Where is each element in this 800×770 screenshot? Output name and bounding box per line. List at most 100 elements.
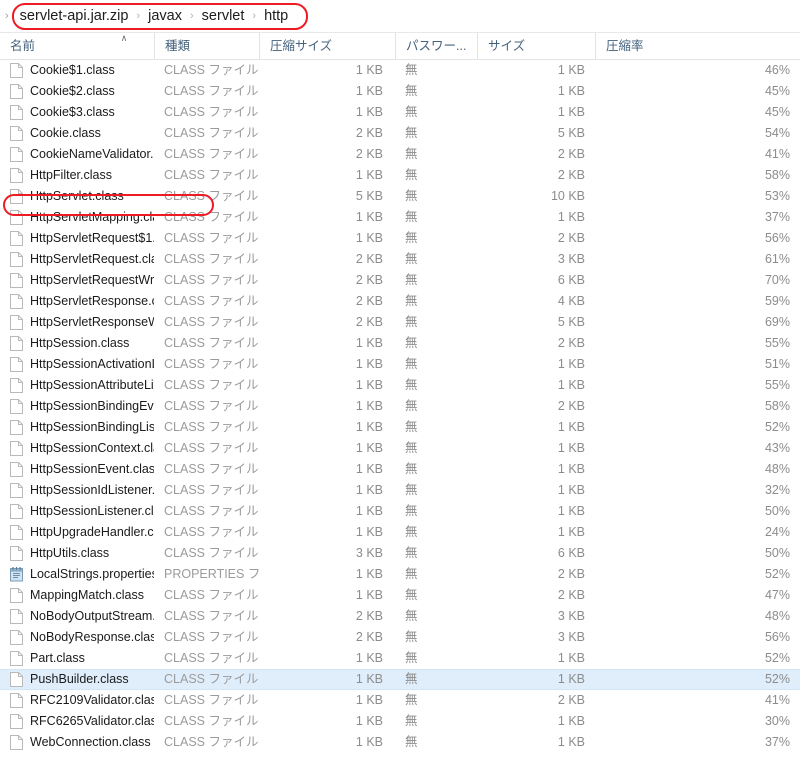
file-name-label: LocalStrings.properties [30,567,154,581]
file-row[interactable]: HttpServletRequest$1.class CLASS ファイル 1 KB… [0,228,800,249]
file-row[interactable]: HttpSessionBindingEvent.class CLASS ファイル 1… [0,396,800,417]
file-icon [10,63,23,78]
file-name-cell[interactable]: Cookie$3.class [0,102,154,123]
file-row[interactable]: Part.class CLASS ファイル 1 KB 無 1 KB 52% [0,648,800,669]
file-name-cell[interactable]: PushBuilder.class [0,669,154,690]
file-row[interactable]: HttpSessionBindingListener.class CLASS ファ… [0,417,800,438]
breadcrumb-item[interactable]: http [257,3,295,29]
file-row[interactable]: CookieNameValidator.class CLASS ファイル 2 KB 無… [0,144,800,165]
file-row[interactable]: HttpSessionIdListener.class CLASS ファイル 1 K… [0,480,800,501]
column-header-packed-size[interactable]: 圧縮サイズ [259,33,395,59]
breadcrumb-item[interactable]: javax [141,3,189,29]
file-row[interactable]: LocalStrings.properties PROPERTIES ファイル 1 … [0,564,800,585]
file-row[interactable]: PushBuilder.class CLASS ファイル 1 KB 無 1 KB 52% [0,669,800,690]
file-row[interactable]: HttpSessionActivationListener.... CLASS フ… [0,354,800,375]
file-row[interactable]: HttpServletRequestWrapper.cl... CLASS ファイ… [0,270,800,291]
packed-size-cell: 1 KB [355,504,383,518]
file-row[interactable]: HttpServletMapping.class CLASS ファイル 1 KB 無 1… [0,207,800,228]
file-name-cell[interactable]: HttpUpgradeHandler.class [0,522,154,543]
file-name-cell[interactable]: LocalStrings.properties [0,564,154,585]
file-row[interactable]: HttpServletResponseWrapper.c... CLASS ファイ… [0,312,800,333]
packed-size-cell: 2 KB [355,252,383,266]
packed-size-cell: 2 KB [355,147,383,161]
file-name-cell[interactable]: Cookie$1.class [0,60,154,81]
ratio-cell: 32% [764,483,790,497]
file-name-cell[interactable]: HttpFilter.class [0,165,154,186]
file-name-cell[interactable]: HttpSessionEvent.class [0,459,154,480]
file-name-cell[interactable]: HttpServletResponseWrapper.c... [0,312,154,333]
file-name-cell[interactable]: HttpUtils.class [0,543,154,564]
file-name-cell[interactable]: RFC2109Validator.class [0,690,154,711]
file-name-cell[interactable]: HttpSessionBindingEvent.class [0,396,154,417]
file-list[interactable]: Cookie$1.class CLASS ファイル 1 KB 無 1 KB 46% Cook… [0,60,800,753]
file-name-cell[interactable]: HttpSessionBindingListener.class [0,417,154,438]
file-name-cell[interactable]: Cookie.class [0,123,154,144]
column-header-type[interactable]: 種類 [154,33,259,59]
packed-size-cell: 1 KB [355,210,383,224]
breadcrumb-item[interactable]: servlet-api.jar.zip [13,3,136,29]
file-name-cell[interactable]: HttpServletResponse.class [0,291,154,312]
ratio-cell: 41% [764,693,790,707]
file-row[interactable]: HttpSessionListener.class CLASS ファイル 1 KB 無… [0,501,800,522]
file-row[interactable]: MappingMatch.class CLASS ファイル 1 KB 無 2 KB 47% [0,585,800,606]
file-name-cell[interactable]: NoBodyResponse.class [0,627,154,648]
file-row[interactable]: NoBodyOutputStream.class CLASS ファイル 2 KB 無 3… [0,606,800,627]
file-icon [10,420,23,435]
file-name-cell[interactable]: HttpSessionIdListener.class [0,480,154,501]
file-name-cell[interactable]: Part.class [0,648,154,669]
file-type-cell: CLASS ファイル [164,105,259,119]
column-header-size[interactable]: サイズ [477,33,595,59]
file-name-cell[interactable]: HttpSession.class [0,333,154,354]
breadcrumb-item[interactable]: servlet [195,3,252,29]
file-row[interactable]: HttpSessionAttributeListener.cl... CLASS … [0,375,800,396]
size-cell: 1 KB [557,357,585,371]
file-row[interactable]: HttpSessionEvent.class CLASS ファイル 1 KB 無 1 K… [0,459,800,480]
column-header-password[interactable]: パスワー... [395,33,477,59]
file-row[interactable]: HttpServletRequest.class CLASS ファイル 2 KB 無 3… [0,249,800,270]
file-row[interactable]: HttpUtils.class CLASS ファイル 3 KB 無 6 KB 50% [0,543,800,564]
file-row[interactable]: HttpServlet.class CLASS ファイル 5 KB 無 10 KB 53% [0,186,800,207]
file-name-cell[interactable]: WebConnection.class [0,732,154,753]
column-header-name[interactable]: 名前 ∧ [0,33,154,59]
file-row[interactable]: HttpUpgradeHandler.class CLASS ファイル 1 KB 無 1… [0,522,800,543]
breadcrumb[interactable]: servlet-api.jar.zip › javax › servlet › http [13,3,296,29]
size-cell: 1 KB [557,504,585,518]
size-cell: 5 KB [557,315,585,329]
file-row[interactable]: HttpServletResponse.class CLASS ファイル 2 KB 無… [0,291,800,312]
file-name-cell[interactable]: HttpSessionActivationListener.... [0,354,154,375]
file-name-cell[interactable]: CookieNameValidator.class [0,144,154,165]
chevron-right-icon[interactable]: › [3,10,13,22]
file-name-cell[interactable]: RFC6265Validator.class [0,711,154,732]
file-row[interactable]: HttpFilter.class CLASS ファイル 1 KB 無 2 KB 58% [0,165,800,186]
file-name-cell[interactable]: Cookie$2.class [0,81,154,102]
file-name-cell[interactable]: HttpSessionAttributeListener.cl... [0,375,154,396]
file-name-cell[interactable]: HttpServletRequest$1.class [0,228,154,249]
file-row[interactable]: NoBodyResponse.class CLASS ファイル 2 KB 無 3 KB 5… [0,627,800,648]
file-row[interactable]: HttpSession.class CLASS ファイル 1 KB 無 2 KB 55% [0,333,800,354]
file-row[interactable]: RFC2109Validator.class CLASS ファイル 1 KB 無 2 K… [0,690,800,711]
file-name-cell[interactable]: HttpServlet.class [0,186,154,207]
password-cell: 無 [405,714,418,728]
file-icon [10,273,23,288]
file-row[interactable]: RFC6265Validator.class CLASS ファイル 1 KB 無 1 K… [0,711,800,732]
address-bar[interactable]: › servlet-api.jar.zip › javax › servlet › http [0,0,800,33]
file-name-cell[interactable]: HttpSessionListener.class [0,501,154,522]
file-row[interactable]: Cookie$2.class CLASS ファイル 1 KB 無 1 KB 45% [0,81,800,102]
file-name-cell[interactable]: HttpServletRequestWrapper.cl... [0,270,154,291]
file-row[interactable]: Cookie.class CLASS ファイル 2 KB 無 5 KB 54% [0,123,800,144]
file-name-cell[interactable]: NoBodyOutputStream.class [0,606,154,627]
file-name-cell[interactable]: HttpSessionContext.class [0,438,154,459]
column-header-row[interactable]: 名前 ∧ 種類 圧縮サイズ パスワー... サイズ 圧縮率 [0,33,800,60]
file-row[interactable]: Cookie$1.class CLASS ファイル 1 KB 無 1 KB 46% [0,60,800,81]
file-name-cell[interactable]: HttpServletRequest.class [0,249,154,270]
file-row[interactable]: WebConnection.class CLASS ファイル 1 KB 無 1 KB 37… [0,732,800,753]
file-name-cell[interactable]: MappingMatch.class [0,585,154,606]
password-cell: 無 [405,126,418,140]
file-name-cell[interactable]: HttpServletMapping.class [0,207,154,228]
column-header-ratio[interactable]: 圧縮率 [595,33,800,59]
size-cell: 1 KB [557,672,585,686]
password-cell: 無 [405,105,418,119]
file-row[interactable]: Cookie$3.class CLASS ファイル 1 KB 無 1 KB 45% [0,102,800,123]
file-row[interactable]: HttpSessionContext.class CLASS ファイル 1 KB 無 1… [0,438,800,459]
file-name-label: HttpSessionContext.class [30,441,154,455]
